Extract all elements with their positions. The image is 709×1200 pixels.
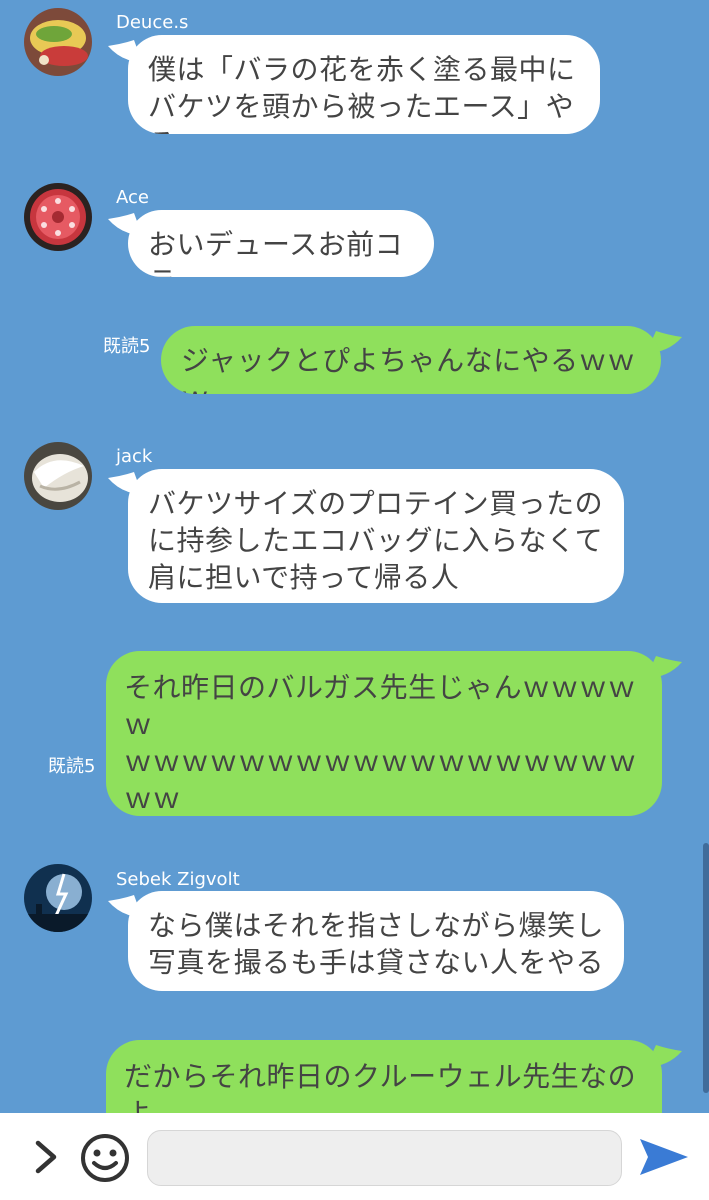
read-receipt: 既読5 (103, 336, 151, 357)
message-input[interactable] (147, 1130, 622, 1186)
message-bubble[interactable]: おいデュースお前コラ (128, 210, 434, 277)
sender-name: jack (116, 446, 153, 467)
sender-name: Ace (116, 187, 149, 208)
sender-name: Deuce.s (116, 12, 189, 33)
message-bubble[interactable]: 僕は「バラの花を赤く塗る最中に バケツを頭から被ったエース」やる (128, 35, 600, 134)
smiley-icon[interactable] (78, 1131, 132, 1185)
sender-name: Sebek Zigvolt (116, 869, 240, 890)
message-bubble[interactable]: それ昨日のバルガス先生じゃんｗｗｗｗｗ ｗｗｗｗｗｗｗｗｗｗｗｗｗｗｗｗｗｗｗｗ… (106, 651, 662, 816)
read-receipt: 既読5 (48, 756, 96, 777)
message-composer (0, 1113, 709, 1200)
chevron-right-icon[interactable] (26, 1135, 66, 1179)
message-bubble[interactable]: だからそれ昨日のクルーウェル先生なのよ ｗｗｗｗｗｗｗｗｗｗｗｗｗｗｗｗｗｗｗｗ (106, 1040, 662, 1113)
white-wolf-avatar[interactable] (24, 442, 92, 510)
chat-area[interactable]: Deuce.s 僕は「バラの花を赤く塗る最中に バケツを頭から被ったエース」やる… (0, 0, 709, 1113)
lightning-sky-avatar[interactable] (24, 864, 92, 932)
omelette-photo-avatar[interactable] (24, 8, 92, 76)
strawberry-cake-avatar[interactable] (24, 183, 92, 251)
send-arrow-icon[interactable] (634, 1133, 694, 1181)
message-bubble[interactable]: ジャックとぴよちゃんなにやるｗｗｗ (161, 326, 661, 394)
message-bubble[interactable]: バケツサイズのプロテイン買ったの に持参したエコバッグに入らなくて 肩に担いで持… (128, 469, 624, 603)
scrollbar-thumb[interactable] (703, 843, 709, 1093)
message-bubble[interactable]: なら僕はそれを指さしながら爆笑し 写真を撮るも手は貸さない人をやる (128, 891, 624, 991)
